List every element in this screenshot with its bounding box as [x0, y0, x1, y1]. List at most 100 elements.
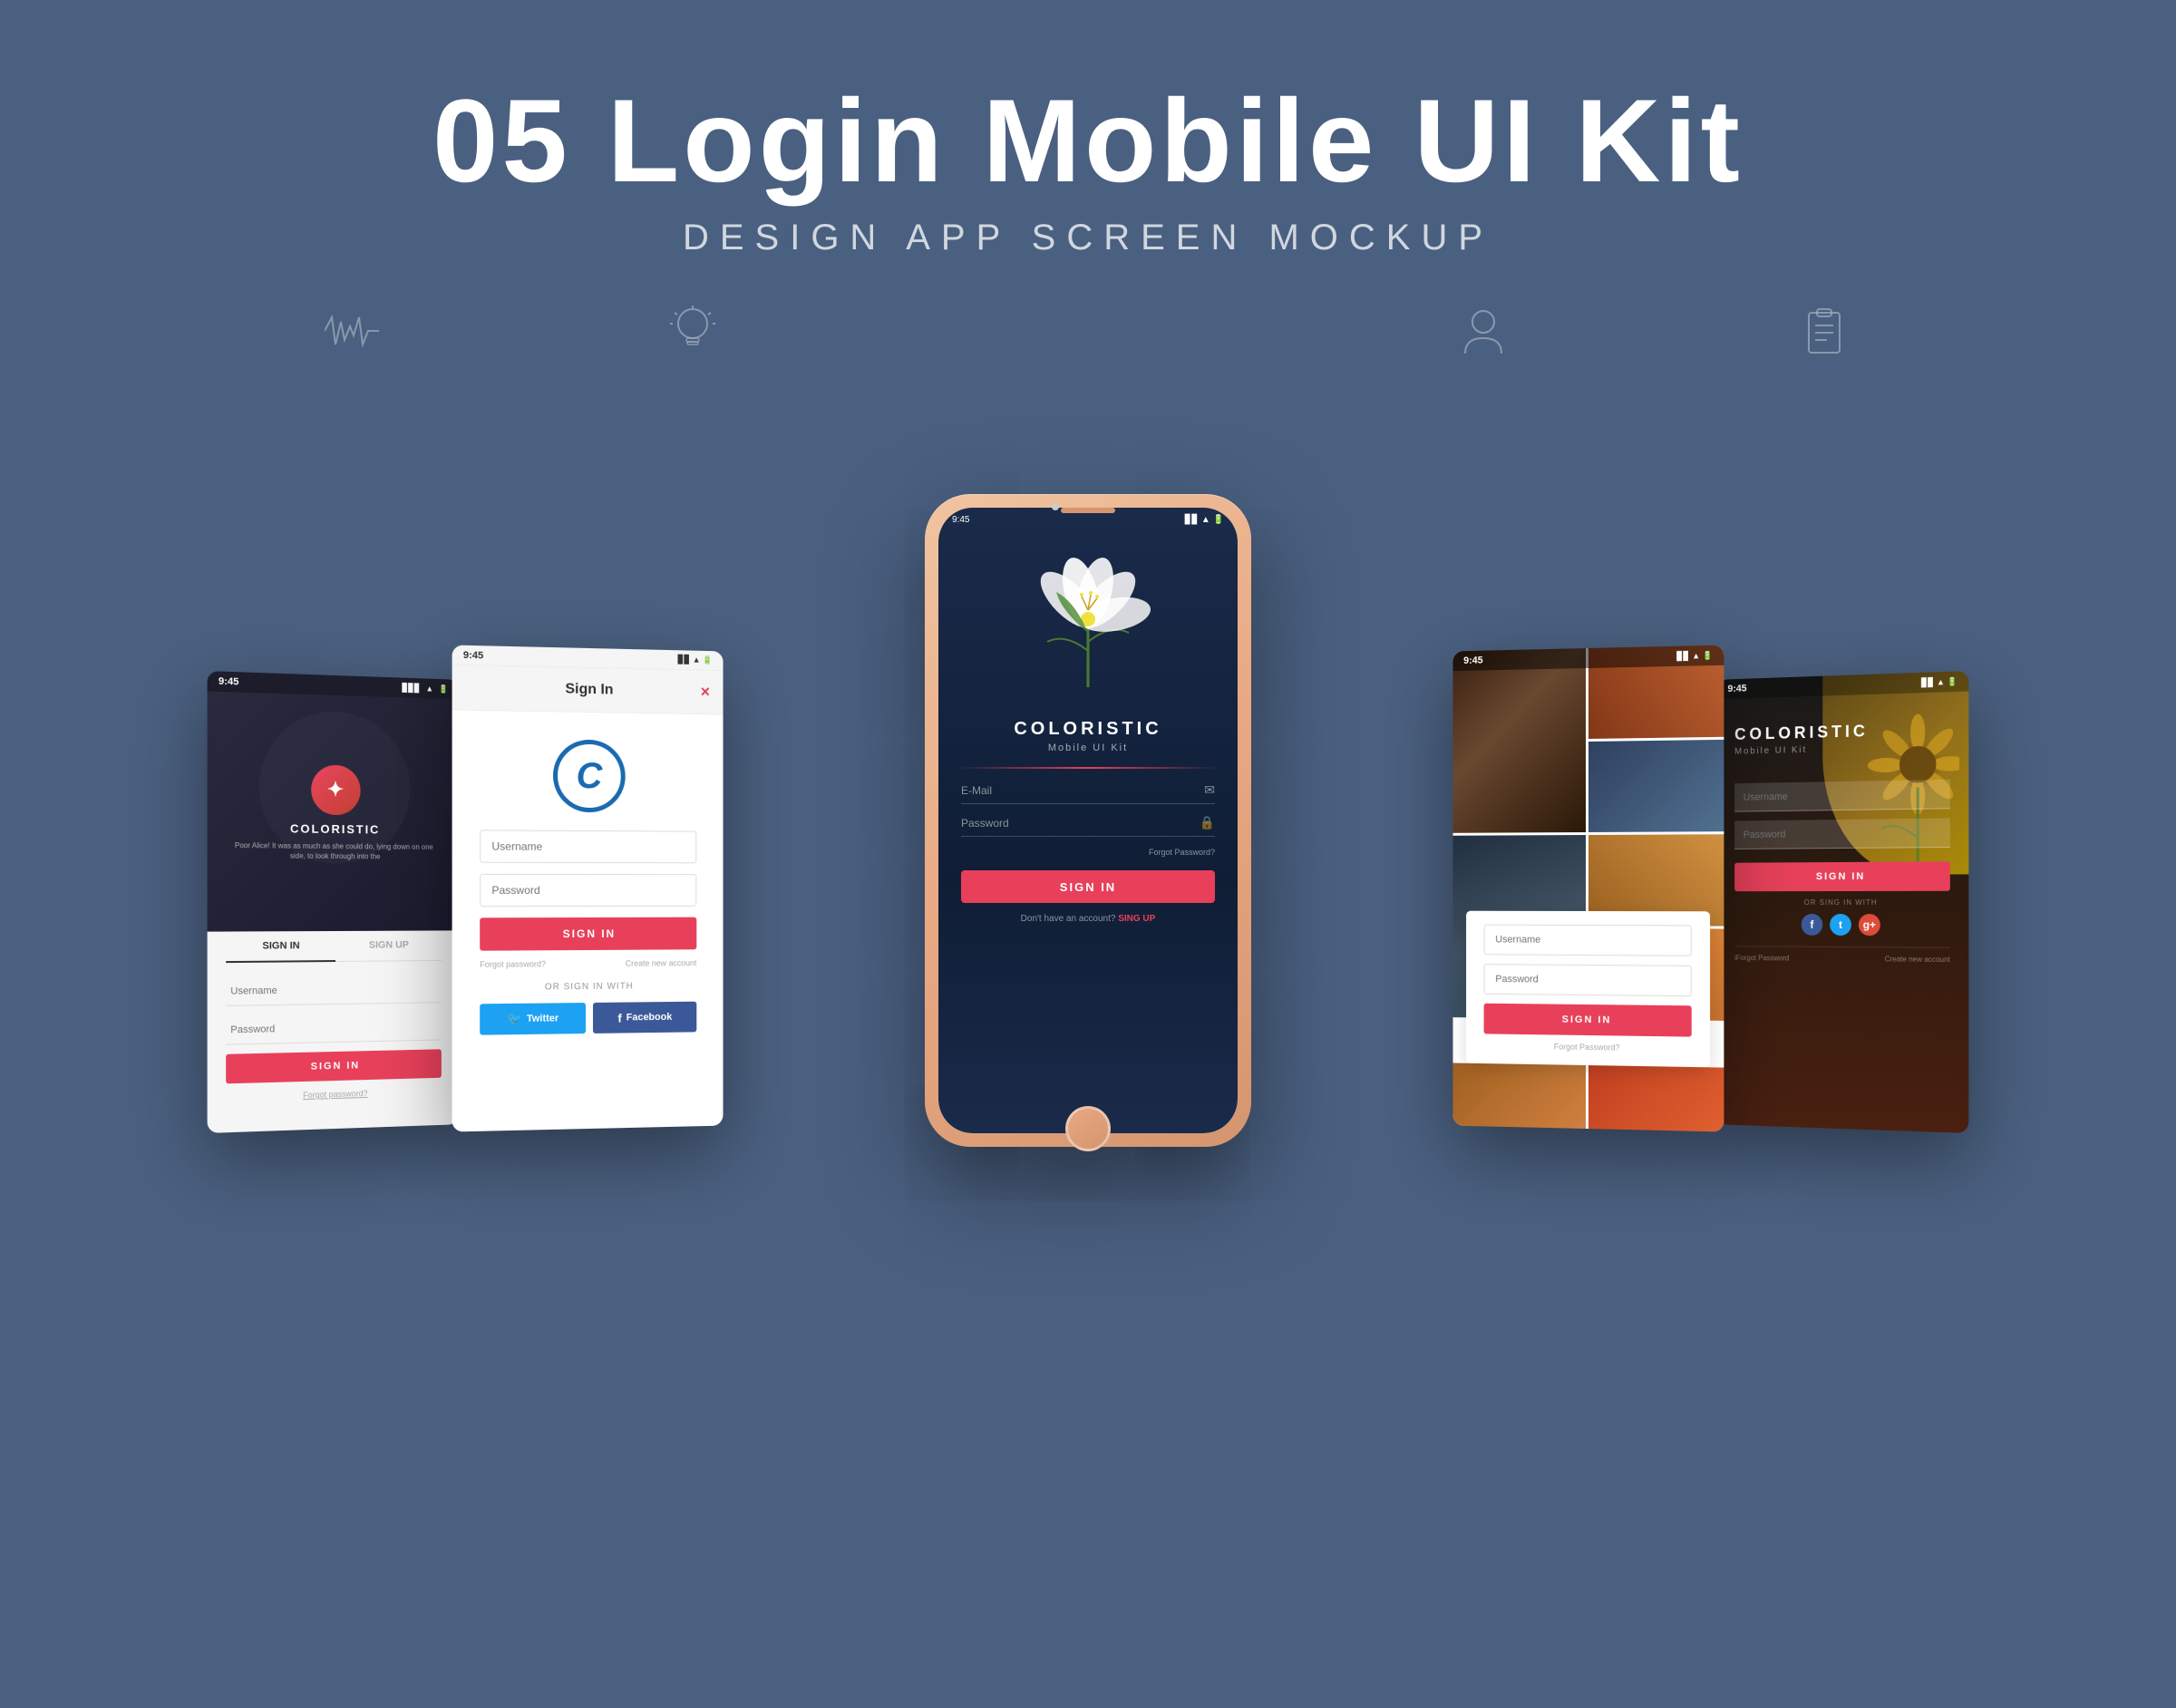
- s1-password-input[interactable]: [226, 1012, 442, 1045]
- s1-logo: ✦: [311, 764, 360, 815]
- s5-social-icons: f t g+: [1734, 914, 1950, 936]
- s4-photo-3: [1588, 740, 1724, 832]
- s5-username-input[interactable]: [1734, 780, 1950, 812]
- s4-forgot-password[interactable]: Forgot Password?: [1484, 1041, 1692, 1053]
- center-brand-sub: Mobile UI Kit: [957, 742, 1219, 753]
- phone-speaker: [1061, 508, 1115, 513]
- center-divider: [957, 767, 1219, 769]
- s2-logo: C: [553, 739, 626, 812]
- center-phone-mockup: 9:45 ▊▊ ▲ 🔋: [925, 494, 1251, 1147]
- center-forgot-password[interactable]: Forgot Password?: [961, 848, 1215, 857]
- s1-signin-button[interactable]: SIGN IN: [226, 1049, 442, 1083]
- s4-time: 9:45: [1463, 655, 1482, 666]
- s2-twitter-button[interactable]: 🐦 Twitter: [480, 1003, 586, 1035]
- s4-form-overlay: SIGN IN Forgot Password?: [1466, 911, 1710, 1068]
- waveform-icon: [316, 295, 388, 367]
- s1-tabs: SIGN IN SIGN UP: [226, 930, 442, 963]
- screen-pink-login: 9:45 ▊▊ ▲ 🔋 Sign In × C SIGN IN Forgot p…: [452, 645, 724, 1131]
- s1-brand: COLORISTIC: [290, 821, 380, 836]
- s4-password-input[interactable]: [1484, 964, 1692, 996]
- person-icon: [1447, 295, 1520, 367]
- center-brand: COLORISTIC Mobile UI Kit: [938, 710, 1238, 767]
- center-email-placeholder: E-Mail: [961, 784, 1204, 797]
- s4-extra-photo-2: [1588, 1065, 1724, 1131]
- s1-hero: ✦ COLORISTIC Poor Alice! It was as much …: [208, 691, 459, 931]
- center-signup-link[interactable]: SING UP: [1118, 914, 1155, 924]
- s2-signal: ▊▊ ▲ 🔋: [678, 655, 713, 665]
- clipboard-icon: [1788, 295, 1860, 367]
- spacer-icon: [997, 295, 1179, 367]
- center-signup-text: Don't have an account? SING UP: [961, 914, 1215, 924]
- s1-signal: ▊▊▊ ▲ 🔋: [403, 683, 449, 694]
- s2-close-button[interactable]: ×: [701, 683, 710, 702]
- s2-forgot-password[interactable]: Forgot password?: [480, 959, 546, 969]
- icons-row: [0, 295, 2176, 367]
- s5-bottom-links: iForgot Password Create new account: [1734, 946, 1950, 964]
- s2-signin-button[interactable]: SIGN IN: [480, 917, 696, 951]
- s2-logo-area: C: [452, 710, 724, 830]
- s5-brand-name: COLORISTIC: [1734, 720, 1950, 744]
- center-signin-button[interactable]: SIGN IN: [961, 870, 1215, 903]
- s1-signup-tab[interactable]: SIGN UP: [335, 930, 442, 961]
- s2-facebook-button[interactable]: f Facebook: [593, 1002, 696, 1034]
- s5-password-input[interactable]: [1734, 818, 1950, 849]
- center-password-placeholder: Password: [961, 817, 1200, 830]
- s2-title: Sign In: [565, 681, 613, 697]
- twitter-bird-icon: 🐦: [507, 1012, 521, 1026]
- screen-photo-login: 9:45 ▊▊ ▲ 🔋: [1452, 645, 1724, 1131]
- lock-icon: 🔒: [1200, 815, 1215, 830]
- s5-twitter-button[interactable]: t: [1830, 914, 1851, 936]
- s2-create-account[interactable]: Create new account: [626, 958, 697, 968]
- center-login-screen: 9:45 ▊▊ ▲ 🔋: [938, 508, 1238, 1133]
- center-signal: ▊▊ ▲ 🔋: [1185, 515, 1224, 525]
- s5-forgot-password[interactable]: iForgot Password: [1734, 954, 1789, 962]
- s4-photo-1: [1452, 648, 1585, 833]
- s1-form: SIGN IN SIGN UP SIGN IN Forgot password?: [208, 930, 459, 1116]
- s4-signal: ▊▊ ▲ 🔋: [1677, 650, 1714, 661]
- s1-username-input[interactable]: [226, 975, 442, 1006]
- s2-or-label: OR SIGN IN WITH: [480, 981, 696, 993]
- page-title: 05 Login Mobile UI Kit: [0, 73, 2176, 209]
- s4-signin-button[interactable]: SIGN IN: [1484, 1004, 1692, 1037]
- s5-or-label: OR SING IN WITH: [1734, 898, 1950, 907]
- s5-facebook-button[interactable]: f: [1802, 914, 1823, 936]
- s2-password-input[interactable]: [480, 874, 696, 907]
- center-email-row: E-Mail ✉: [961, 782, 1215, 804]
- lily-flower: [1020, 542, 1156, 696]
- s5-brand-sub: Mobile UI Kit: [1734, 742, 1950, 757]
- s2-username-input[interactable]: [480, 830, 696, 863]
- center-password-row: Password 🔒: [961, 815, 1215, 837]
- center-hero: [938, 529, 1238, 710]
- s2-content: SIGN IN Forgot password? Create new acco…: [452, 830, 724, 1053]
- screen-dark-login: 9:45 ▊▊▊ ▲ 🔋 ✦ COLORISTIC Poor Alice! It…: [208, 671, 459, 1133]
- s2-social-buttons: 🐦 Twitter f Facebook: [480, 1002, 696, 1035]
- screen-sunset-login: 9:45 ▊▊ ▲ 🔋 COLORISTIC Mobile UI Kit SIG…: [1717, 671, 1968, 1133]
- s4-photo-grid: [1452, 645, 1724, 938]
- s4-more-photos: [1452, 1063, 1724, 1131]
- s2-twitter-label: Twitter: [527, 1013, 559, 1024]
- lightbulb-icon: [656, 295, 729, 367]
- center-time: 9:45: [952, 515, 969, 525]
- s5-google-button[interactable]: g+: [1859, 914, 1880, 936]
- s5-create-account[interactable]: Create new account: [1885, 955, 1950, 964]
- phone-outer-shell: 9:45 ▊▊ ▲ 🔋: [925, 494, 1251, 1147]
- s4-extra-photo-1: [1452, 1063, 1585, 1128]
- s4-username-input[interactable]: [1484, 925, 1692, 956]
- facebook-f-icon: f: [617, 1011, 621, 1024]
- s1-time: 9:45: [219, 676, 239, 688]
- screens-container: 9:45 ▊▊▊ ▲ 🔋 ✦ COLORISTIC Poor Alice! It…: [0, 385, 2176, 1201]
- s2-time: 9:45: [463, 649, 483, 661]
- s5-signin-button[interactable]: SIGN IN: [1734, 861, 1950, 891]
- s1-tagline: Poor Alice! It was as much as she could …: [208, 839, 459, 862]
- phone-home-button[interactable]: [1065, 1106, 1111, 1151]
- s2-facebook-label: Facebook: [627, 1012, 673, 1024]
- s5-signal: ▊▊ ▲ 🔋: [1921, 676, 1957, 688]
- s1-forgot-password[interactable]: Forgot password?: [226, 1087, 442, 1102]
- email-icon: ✉: [1204, 782, 1215, 798]
- center-brand-name: COLORISTIC: [957, 719, 1219, 740]
- page-subtitle: DESIGN APP SCREEN MOCKUP: [0, 218, 2176, 258]
- s1-signin-tab[interactable]: SIGN IN: [226, 931, 335, 963]
- phone-screen: 9:45 ▊▊ ▲ 🔋: [938, 508, 1238, 1133]
- s5-content: COLORISTIC Mobile UI Kit SIGN IN OR SING…: [1717, 691, 1968, 977]
- s2-header: Sign In ×: [452, 665, 724, 715]
